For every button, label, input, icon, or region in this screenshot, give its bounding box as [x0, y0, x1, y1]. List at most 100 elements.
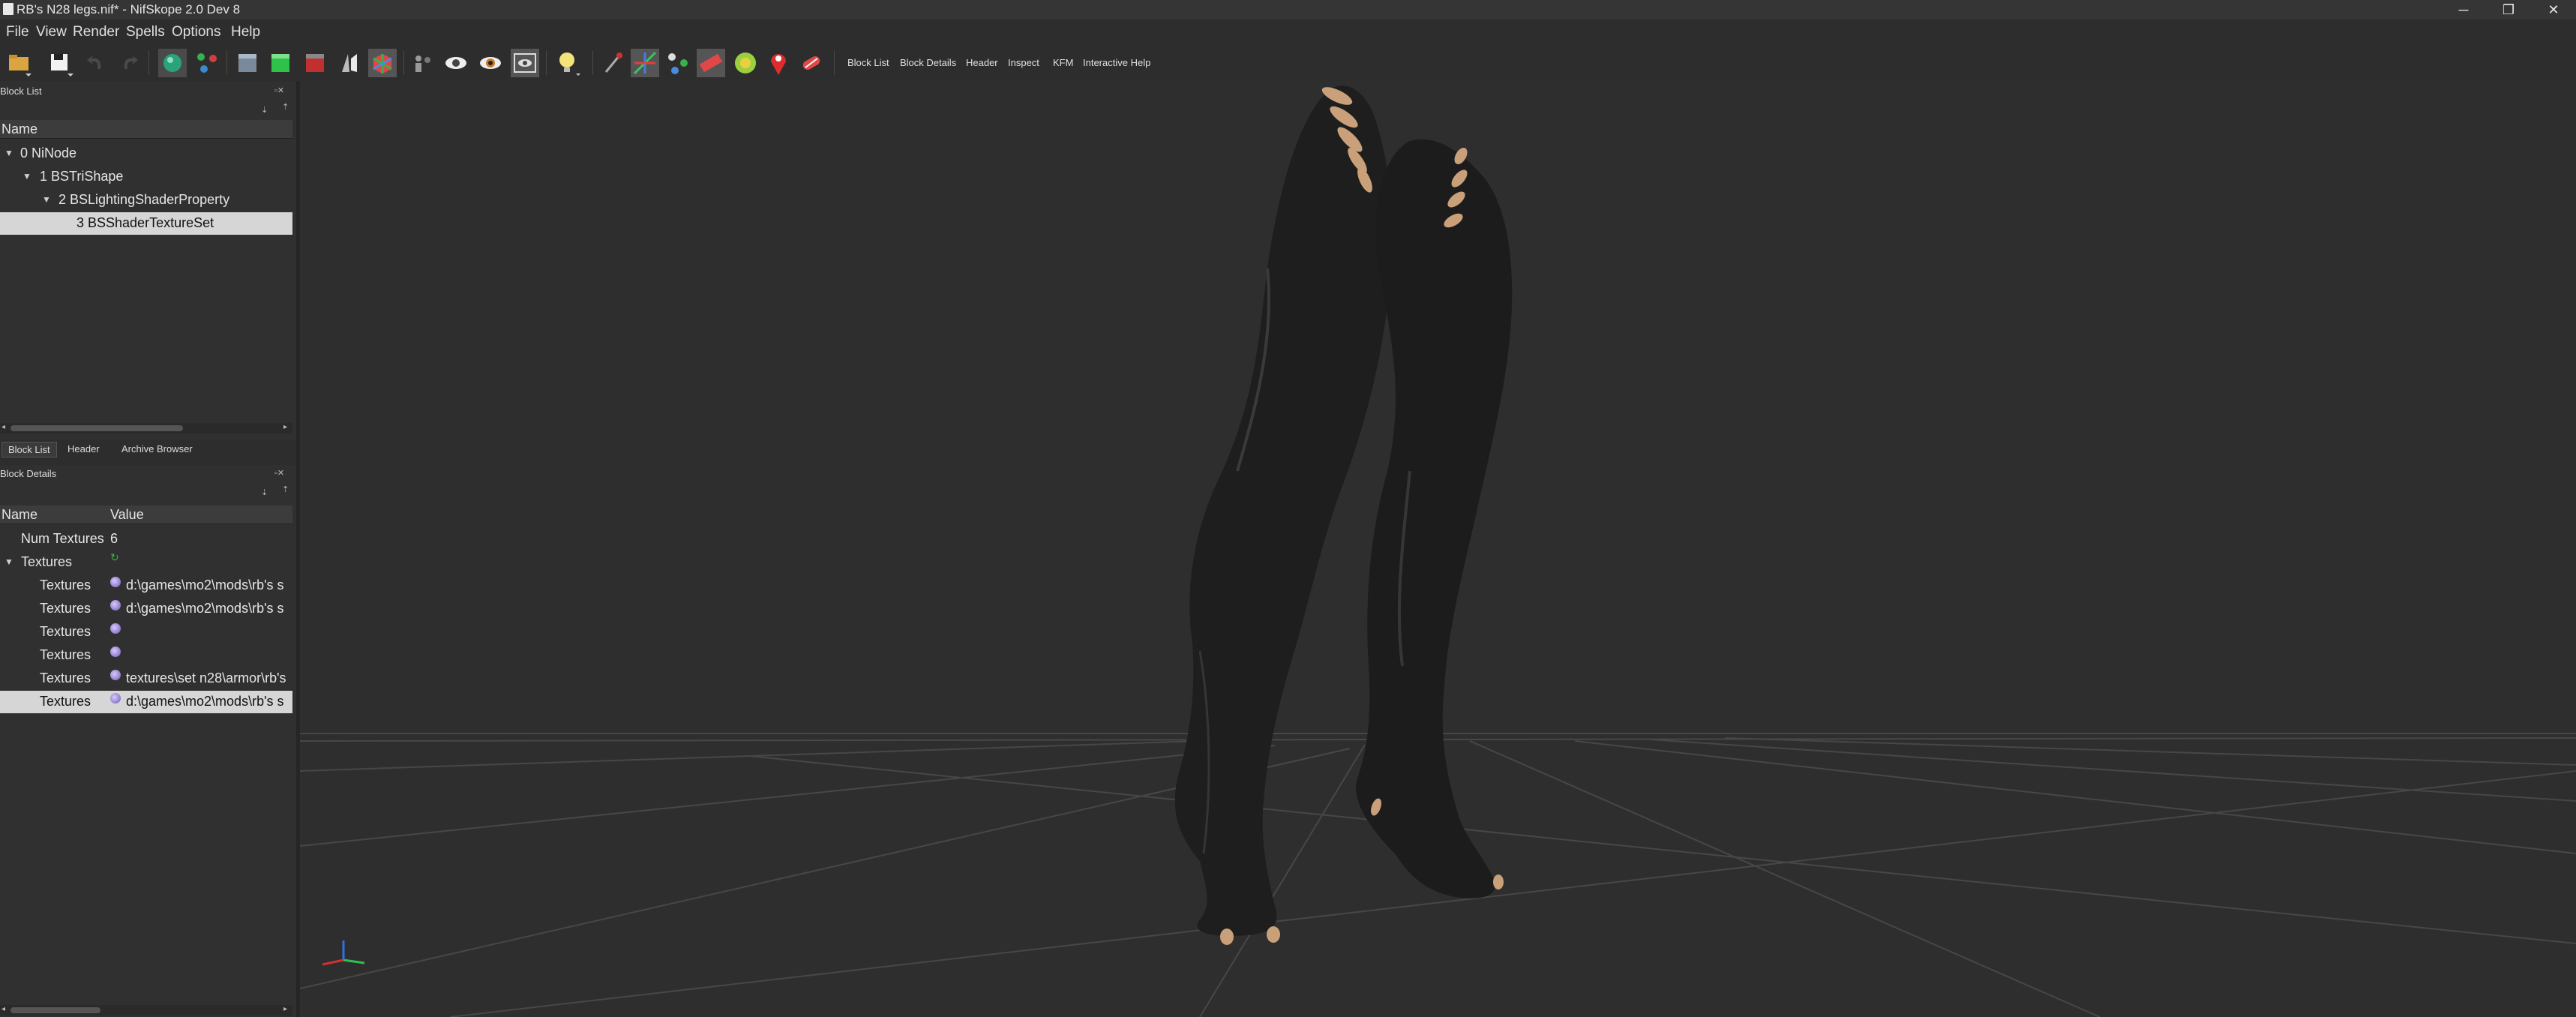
textures-icon[interactable] — [265, 48, 295, 78]
expand-arrow-icon[interactable]: ▼ — [4, 556, 13, 567]
toolbar-interactive-help-button[interactable]: Interactive Help — [1083, 57, 1150, 68]
select-object-icon[interactable] — [157, 48, 187, 78]
block-list-title: Block List — [0, 86, 42, 97]
block-list-horizontal-scrollbar[interactable]: ◂ ▸ — [0, 423, 292, 434]
texture-file-icon[interactable] — [110, 670, 121, 680]
title-bar: RB's N28 legs.nif* - NifSkope 2.0 Dev 8 … — [0, 0, 2576, 20]
detail-name: Textures — [40, 647, 91, 662]
texture-file-icon[interactable] — [110, 577, 121, 587]
block-list-column-name[interactable]: Name — [0, 120, 292, 139]
detail-row-texture-5[interactable]: Textures d:\games\mo2\mods\rb's s — [0, 691, 292, 713]
expand-icon[interactable]: ⇡ — [282, 102, 289, 112]
detail-row-texture-0[interactable]: Textures d:\games\mo2\mods\rb's s — [0, 574, 292, 597]
3d-viewport[interactable] — [300, 81, 2576, 1017]
green-orb-icon[interactable] — [730, 48, 760, 78]
tree-row-bslightingshaderproperty[interactable]: ▼ 2 BSLightingShaderProperty — [0, 189, 292, 212]
detail-name: Textures — [40, 624, 91, 639]
menu-view[interactable]: View — [36, 24, 67, 40]
nodes-icon[interactable] — [663, 48, 693, 78]
refresh-icon[interactable]: ↻ — [110, 551, 119, 564]
shaded-view-icon[interactable] — [232, 48, 262, 78]
scrollbar-thumb[interactable] — [10, 425, 183, 431]
dock-float-close-icon[interactable]: ▫✕ — [274, 468, 284, 478]
detail-value: d:\games\mo2\mods\rb's s — [126, 578, 284, 592]
menu-file[interactable]: File — [6, 24, 29, 40]
tree-row-bsshadertextureset[interactable]: 3 BSShaderTextureSet — [0, 212, 292, 235]
tab-archive-browser[interactable]: Archive Browser — [115, 442, 199, 456]
pin-icon[interactable] — [763, 48, 793, 78]
detail-name: Textures — [40, 578, 91, 592]
column-name-label: Name — [1, 122, 38, 136]
close-button[interactable]: ✕ — [2531, 0, 2576, 20]
toolbar-inspect-button[interactable]: Inspect — [1008, 57, 1039, 68]
scroll-left-icon[interactable]: ◂ — [1, 1005, 5, 1013]
collapse-icon[interactable]: ⇣ — [261, 105, 268, 115]
maximize-button[interactable]: ❐ — [2486, 0, 2531, 20]
texture-file-icon[interactable] — [110, 600, 121, 610]
texture-file-icon[interactable] — [110, 623, 121, 634]
tree-row-ninode[interactable]: ▼ 0 NiNode — [0, 142, 292, 165]
scene-render — [300, 86, 2576, 1017]
detail-row-texture-2[interactable]: Textures — [0, 621, 292, 644]
detail-row-textures-array[interactable]: ▼ Textures ↻ — [0, 551, 292, 574]
detail-row-texture-1[interactable]: Textures d:\games\mo2\mods\rb's s — [0, 598, 292, 620]
wireframe-icon[interactable] — [367, 48, 397, 78]
scrollbar-thumb[interactable] — [10, 1007, 100, 1013]
collision-icon[interactable] — [796, 48, 826, 78]
detail-value: textures\set n28\armor\rb's — [126, 670, 286, 686]
expand-arrow-icon[interactable]: ▼ — [42, 194, 51, 205]
select-vertex-icon[interactable] — [192, 48, 222, 78]
tab-block-list[interactable]: Block List — [1, 442, 57, 458]
detail-value: d:\games\mo2\mods\rb's s — [126, 601, 284, 616]
open-icon[interactable] — [4, 48, 34, 78]
texture-file-icon[interactable] — [110, 646, 121, 657]
block-details-title: Block Details — [0, 468, 57, 479]
column-value-label[interactable]: Value — [110, 507, 144, 523]
expand-arrow-icon[interactable]: ▼ — [22, 171, 31, 182]
toolbar-block-list-button[interactable]: Block List — [847, 57, 889, 68]
scroll-left-icon[interactable]: ◂ — [1, 423, 5, 431]
toolbar-header-button[interactable]: Header — [966, 57, 998, 68]
detail-row-num-textures[interactable]: Num Textures 6 — [0, 528, 292, 550]
save-icon[interactable] — [45, 48, 75, 78]
dock-float-close-icon[interactable]: ▫✕ — [274, 86, 284, 95]
menu-render[interactable]: Render — [73, 24, 119, 40]
skeleton-icon[interactable] — [441, 48, 471, 78]
minimize-button[interactable]: ─ — [2441, 0, 2486, 20]
scroll-right-icon[interactable]: ▸ — [283, 423, 287, 431]
collapse-icon[interactable]: ⇣ — [261, 488, 268, 497]
detail-row-texture-4[interactable]: Textures textures\set n28\armor\rb's — [0, 668, 292, 690]
menu-help[interactable]: Help — [231, 24, 260, 40]
move-icon[interactable] — [630, 48, 660, 78]
tab-header[interactable]: Header — [61, 442, 106, 456]
tree-row-bstrishape[interactable]: ▼ 1 BSTriShape — [0, 166, 292, 188]
light-icon[interactable] — [552, 48, 582, 78]
eye-icon[interactable] — [475, 48, 505, 78]
detail-value: d:\games\mo2\mods\rb's s — [126, 694, 284, 709]
expand-icon[interactable]: ⇡ — [282, 484, 289, 494]
tree-row-label: 3 BSShaderTextureSet — [76, 215, 214, 230]
detail-value: 6 — [110, 531, 118, 546]
normals-icon[interactable] — [334, 48, 364, 78]
column-name-label[interactable]: Name — [1, 507, 37, 523]
cube-icon[interactable] — [408, 48, 438, 78]
texture-file-icon[interactable] — [110, 693, 121, 704]
toolbar-block-details-button[interactable]: Block Details — [900, 57, 956, 68]
undo-icon[interactable] — [81, 48, 111, 78]
vertex-colors-icon[interactable] — [300, 48, 330, 78]
menu-options[interactable]: Options — [172, 24, 220, 40]
brush-icon[interactable] — [598, 48, 628, 78]
scroll-right-icon[interactable]: ▸ — [283, 1005, 287, 1013]
left-leg-model — [1174, 86, 1392, 936]
ruler-icon[interactable] — [696, 48, 726, 78]
detail-row-texture-3[interactable]: Textures — [0, 644, 292, 667]
menu-bar: File View Render Spells Options Help — [0, 21, 2576, 45]
dock-tabs: Block List Header Archive Browser — [0, 440, 296, 459]
expand-arrow-icon[interactable]: ▼ — [4, 148, 13, 158]
toolbar-kfm-button[interactable]: KFM — [1053, 57, 1073, 68]
hidden-icon[interactable] — [510, 48, 540, 78]
menu-spells[interactable]: Spells — [126, 24, 165, 40]
block-details-panel: Block Details ▫✕ ⇣ ⇡ Name Value Num Text… — [0, 465, 296, 1017]
block-details-horizontal-scrollbar[interactable]: ◂ ▸ — [0, 1005, 292, 1016]
redo-icon[interactable] — [114, 48, 144, 78]
